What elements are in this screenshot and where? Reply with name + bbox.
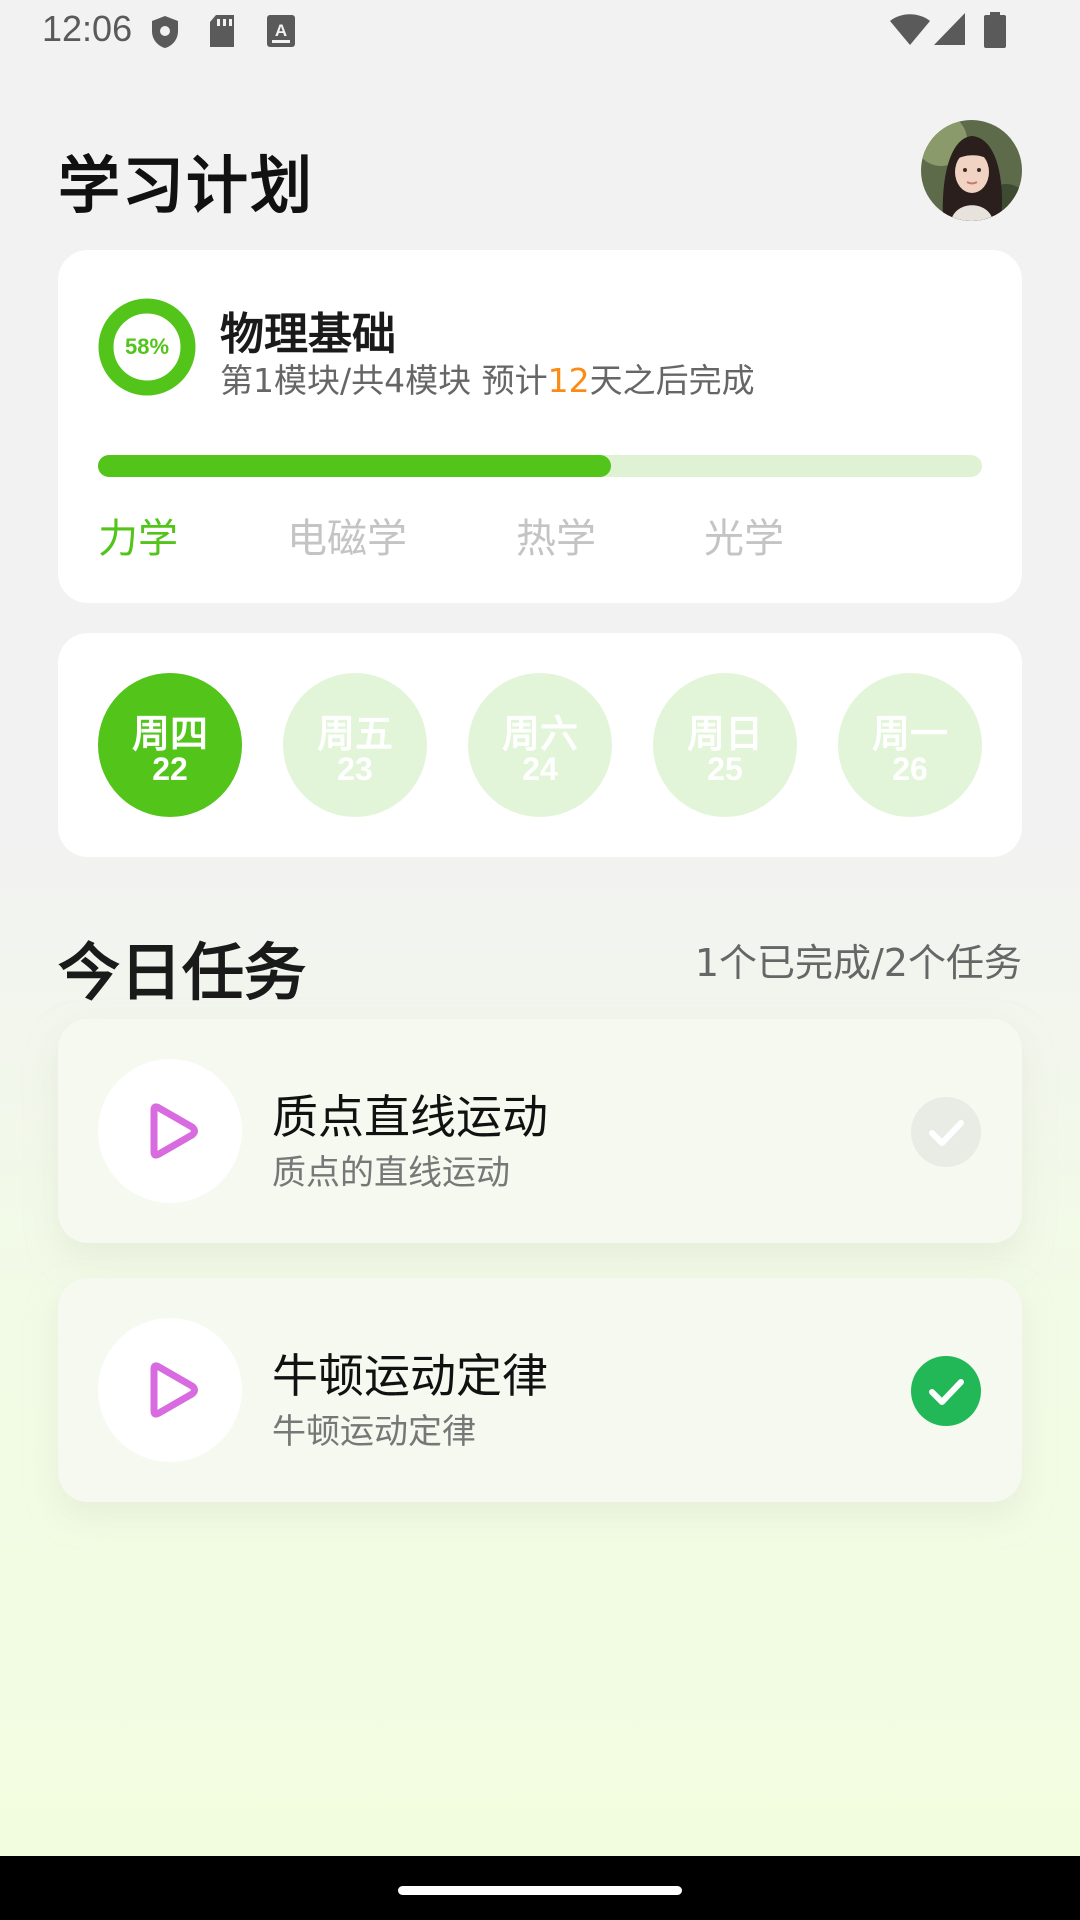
module-tab-mechanics[interactable]: 力学: [98, 506, 178, 564]
check-icon[interactable]: [911, 1097, 981, 1167]
status-bar: 12:06 A: [0, 0, 1080, 62]
keyboard-a-icon: A: [266, 14, 296, 52]
day-saturday[interactable]: 周六 24: [468, 673, 612, 817]
module-tab-optics[interactable]: 光学: [704, 506, 784, 564]
day-name: 周四: [131, 712, 208, 756]
tasks-count: 1个已完成/2个任务: [694, 941, 1022, 985]
task-card[interactable]: 质点直线运动 质点的直线运动: [58, 1019, 1022, 1243]
day-name: 周五: [316, 712, 393, 756]
signal-icon: [934, 12, 966, 50]
module-tab-electromagnetism[interactable]: 电磁学: [287, 506, 407, 564]
module-progress-bar: [98, 455, 982, 477]
day-date: 22: [152, 751, 188, 787]
page-title: 学习计划: [58, 149, 315, 222]
task-title: 质点直线运动: [272, 1090, 548, 1144]
navigation-bar: [0, 1856, 1080, 1920]
svg-text:A: A: [275, 21, 287, 40]
day-date: 26: [892, 751, 928, 787]
day-name: 周日: [686, 712, 763, 756]
module-tab-thermodynamics[interactable]: 热学: [516, 506, 596, 564]
status-time: 12:06: [42, 8, 133, 49]
check-icon[interactable]: [911, 1356, 981, 1426]
task-title: 牛顿运动定律: [272, 1349, 548, 1403]
course-meta: 第1模块/共4模块 预计12天之后完成: [220, 354, 755, 402]
day-name: 周一: [871, 712, 948, 756]
sd-card-icon: [208, 14, 236, 52]
day-monday[interactable]: 周一 26: [838, 673, 982, 817]
day-sunday[interactable]: 周日 25: [653, 673, 797, 817]
avatar[interactable]: [921, 120, 1022, 221]
day-date: 24: [522, 751, 558, 787]
day-name: 周六: [501, 712, 578, 756]
module-progress-fill: [98, 455, 611, 477]
task-card[interactable]: 牛顿运动定律 牛顿运动定律: [58, 1278, 1022, 1502]
home-indicator[interactable]: [398, 1886, 682, 1895]
shield-icon: [149, 14, 181, 54]
course-meta-suffix: 天之后完成: [589, 361, 755, 400]
wifi-icon: [890, 12, 930, 50]
day-date: 23: [337, 751, 373, 787]
course-meta-prefix: 第1模块/共4模块 预计: [220, 361, 548, 400]
day-thursday[interactable]: 周四 22: [98, 673, 242, 817]
course-title: 物理基础: [220, 309, 396, 360]
play-icon[interactable]: [98, 1318, 242, 1462]
week-selector: 周四 22 周五 23 周六 24 周日 25 周一 26: [58, 633, 1022, 857]
course-card[interactable]: 58% 物理基础 第1模块/共4模块 预计12天之后完成 力学 电磁学 热学 光…: [58, 250, 1022, 603]
tasks-section-title: 今日任务: [58, 936, 307, 1009]
course-days-remaining: 12: [547, 361, 590, 400]
day-friday[interactable]: 周五 23: [283, 673, 427, 817]
day-date: 25: [707, 751, 743, 787]
progress-percentage: 58%: [124, 334, 170, 359]
task-subtitle: 牛顿运动定律: [272, 1412, 476, 1452]
battery-icon: [984, 12, 1006, 52]
play-icon[interactable]: [98, 1059, 242, 1203]
task-subtitle: 质点的直线运动: [272, 1153, 510, 1193]
